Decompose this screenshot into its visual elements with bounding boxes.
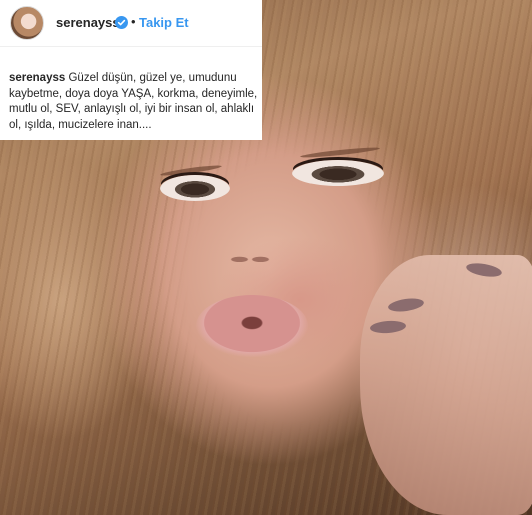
follow-button[interactable]: Takip Et [139,15,189,30]
photo-lips [196,295,308,357]
photo-nose [215,245,285,269]
username-link[interactable]: serenayss [56,15,120,30]
post-caption-card: serenayss • Takip Et serenayss Güzel düş… [0,0,262,140]
verified-badge-icon [115,16,128,29]
post-header: serenayss • Takip Et [0,0,262,47]
photo-right-eye [292,160,384,186]
photo-left-eye [160,175,230,201]
photo-hand [360,255,532,515]
header-separator: • [131,14,136,29]
caption-username-link[interactable]: serenayss [9,72,65,84]
post-caption: serenayss Güzel düşün, güzel ye, umudunu… [9,71,259,133]
avatar[interactable] [10,6,44,40]
